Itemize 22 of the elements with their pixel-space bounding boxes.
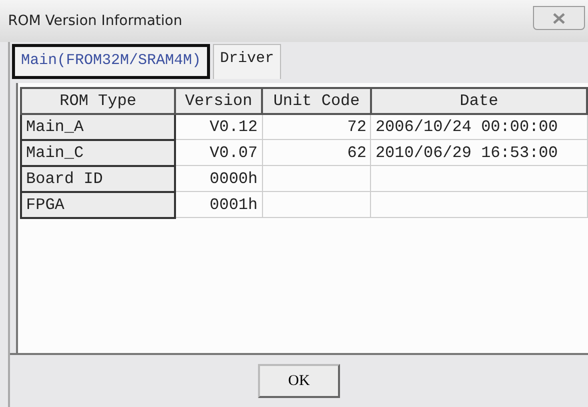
table-cell: 2006/10/24 00:00:00 (370, 114, 587, 140)
window-title: ROM Version Information (8, 12, 182, 30)
table-cell: V0.12 (175, 114, 262, 140)
row-header: FPGA (21, 192, 175, 218)
close-icon (553, 12, 565, 24)
column-header: Version (175, 88, 262, 114)
table-cell: 2010/06/29 16:53:00 (370, 140, 587, 166)
tab[interactable]: Driver (213, 44, 282, 78)
tab[interactable]: Main(FROM32M/SRAM4M) (12, 44, 210, 78)
table-cell: 0001h (175, 192, 262, 218)
close-button[interactable] (533, 6, 585, 30)
column-header: ROM Type (21, 88, 175, 114)
table-cell: 62 (262, 140, 371, 166)
row-header: Board ID (21, 166, 175, 192)
column-header: Date (370, 88, 587, 114)
row-header: Main_A (21, 114, 175, 140)
table-cell: V0.07 (175, 140, 262, 166)
table-cell: 72 (262, 114, 371, 140)
ok-button[interactable]: OK (258, 364, 340, 398)
table-cell: 0000h (175, 166, 262, 192)
column-header: Unit Code (262, 88, 371, 114)
row-header: Main_C (21, 140, 175, 166)
